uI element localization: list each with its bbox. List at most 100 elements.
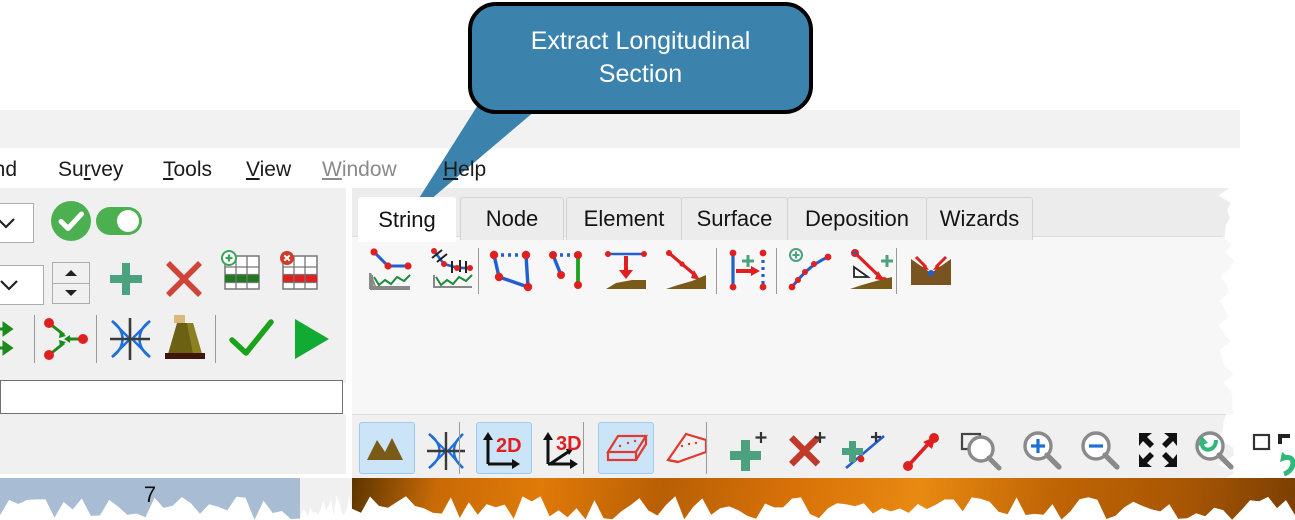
add-string-points-button[interactable] (786, 247, 832, 293)
create-string-polygon-button[interactable] (488, 247, 536, 293)
refresh-view-button[interactable] (1274, 430, 1295, 486)
merge-nodes-button[interactable] (42, 315, 90, 363)
menu-help[interactable]: Help (443, 158, 486, 182)
selection-box-icon (1252, 433, 1271, 451)
tab-deposition[interactable]: Deposition (787, 197, 927, 240)
tab-label: Surface (696, 206, 773, 231)
add-grid-row-button[interactable] (220, 249, 262, 295)
offset-string-icon (729, 249, 767, 291)
tab-node[interactable]: Node (460, 197, 564, 240)
block-solid-button[interactable] (604, 430, 650, 466)
zoom-extents-icon (1139, 433, 1177, 467)
axes-cross-button[interactable] (425, 430, 467, 472)
delete-point-button[interactable] (786, 430, 828, 470)
stockpile-button[interactable] (160, 312, 210, 362)
add-point-button[interactable] (728, 430, 770, 471)
callout-bubble: Extract Longitudinal Section (468, 2, 813, 114)
create-open-string-icon (549, 251, 582, 289)
grid-remove-row-icon (280, 251, 318, 290)
tab-surface[interactable]: Surface (681, 197, 788, 240)
tab-label: Wizards (939, 206, 1020, 231)
multi-section-icon (431, 248, 473, 288)
check-circle-icon (51, 201, 91, 241)
project-down-icon (605, 251, 647, 289)
toolbar-divider (706, 422, 707, 474)
axis-2d-icon: 2D (483, 432, 522, 469)
zoom-in-button[interactable] (1020, 430, 1064, 472)
menu-view[interactable]: View (246, 158, 291, 182)
move-point-button[interactable] (900, 430, 944, 472)
svg-text:2D: 2D (496, 435, 522, 457)
project-string-angled-button[interactable] (662, 247, 712, 293)
zoom-window-button[interactable] (960, 430, 1004, 472)
hyperbola-axes-icon (110, 318, 151, 360)
wedge-solid-button[interactable] (664, 430, 710, 466)
create-open-string-button[interactable] (548, 247, 592, 293)
toolbar-divider (215, 315, 216, 363)
move-point-icon (903, 433, 939, 471)
spinner-up-button[interactable] (53, 263, 89, 284)
menu-survey[interactable]: Survey (58, 158, 123, 182)
spinner-stepper[interactable] (52, 262, 90, 304)
double-arrow-right-icon (0, 321, 14, 356)
left-text-field[interactable] (0, 380, 343, 414)
menu-tools[interactable]: Tools (163, 158, 212, 182)
view-2d-button[interactable]: 2D (482, 430, 524, 470)
second-dropdown[interactable] (0, 265, 44, 305)
toolbar-divider (96, 315, 97, 363)
measure-string-to-surface-button[interactable] (846, 247, 896, 293)
add-point-on-line-icon (842, 432, 885, 469)
run-play-button[interactable] (292, 316, 332, 362)
menu-bond[interactable]: ond (0, 158, 17, 182)
zoom-extents-button[interactable] (1136, 430, 1180, 470)
tab-label: Element (583, 206, 665, 231)
terrain-view-button[interactable] (365, 430, 405, 464)
zoom-out-button[interactable] (1078, 430, 1122, 472)
extract-multiple-sections-button[interactable] (428, 247, 476, 293)
project-angled-icon (666, 250, 706, 289)
axes-cross-left-button[interactable] (106, 315, 154, 363)
toggle-on-icon (96, 207, 142, 235)
delete-point-icon (789, 432, 826, 467)
zoom-previous-button[interactable] (1192, 430, 1236, 472)
fit-selection-button[interactable] (1250, 430, 1274, 454)
toggle-switch[interactable] (96, 207, 142, 235)
string-into-surface-icon (911, 255, 951, 285)
extract-longitudinal-section-button[interactable] (366, 247, 414, 293)
flow-arrows-button[interactable] (0, 320, 22, 358)
confirm-check-circle-button[interactable] (50, 200, 92, 242)
chevron-down-icon (0, 279, 18, 291)
offset-string-button[interactable] (726, 247, 770, 293)
refresh-icon (1278, 434, 1295, 477)
string-into-surface-button[interactable] (908, 247, 954, 289)
check-icon (229, 319, 274, 356)
apply-check-button[interactable] (228, 318, 276, 360)
tab-string[interactable]: String (358, 197, 456, 242)
tab-wizards[interactable]: Wizards (926, 197, 1033, 240)
play-triangle-icon (295, 319, 329, 359)
zoom-previous-icon (1195, 431, 1234, 470)
view-3d-button[interactable]: 3D (542, 430, 584, 470)
page-number: 7 (143, 482, 157, 507)
plus-icon (110, 263, 142, 295)
page-thumbnail-gap (300, 478, 352, 520)
longitudinal-section-icon (369, 248, 412, 290)
menu-window[interactable]: Window (322, 158, 397, 182)
spinner-down-button[interactable] (53, 284, 89, 304)
window-titlebar-strip (0, 110, 1240, 148)
toolbar-divider (776, 248, 777, 294)
remove-grid-row-button[interactable] (278, 249, 320, 295)
stockpile-icon (165, 315, 205, 359)
add-point-on-line-button[interactable] (842, 430, 888, 472)
top-dropdown[interactable] (0, 203, 34, 243)
caret-up-icon (65, 269, 77, 276)
block-solid-icon (606, 434, 648, 462)
axis-3d-icon: 3D (543, 432, 582, 469)
zoom-out-icon (1081, 431, 1120, 470)
project-string-down-button[interactable] (602, 247, 652, 293)
add-row-button[interactable] (106, 259, 146, 299)
wedge-solid-icon (666, 432, 708, 464)
left-panel-filler (0, 414, 346, 474)
delete-row-button[interactable] (164, 259, 204, 299)
tab-element[interactable]: Element (566, 197, 682, 240)
